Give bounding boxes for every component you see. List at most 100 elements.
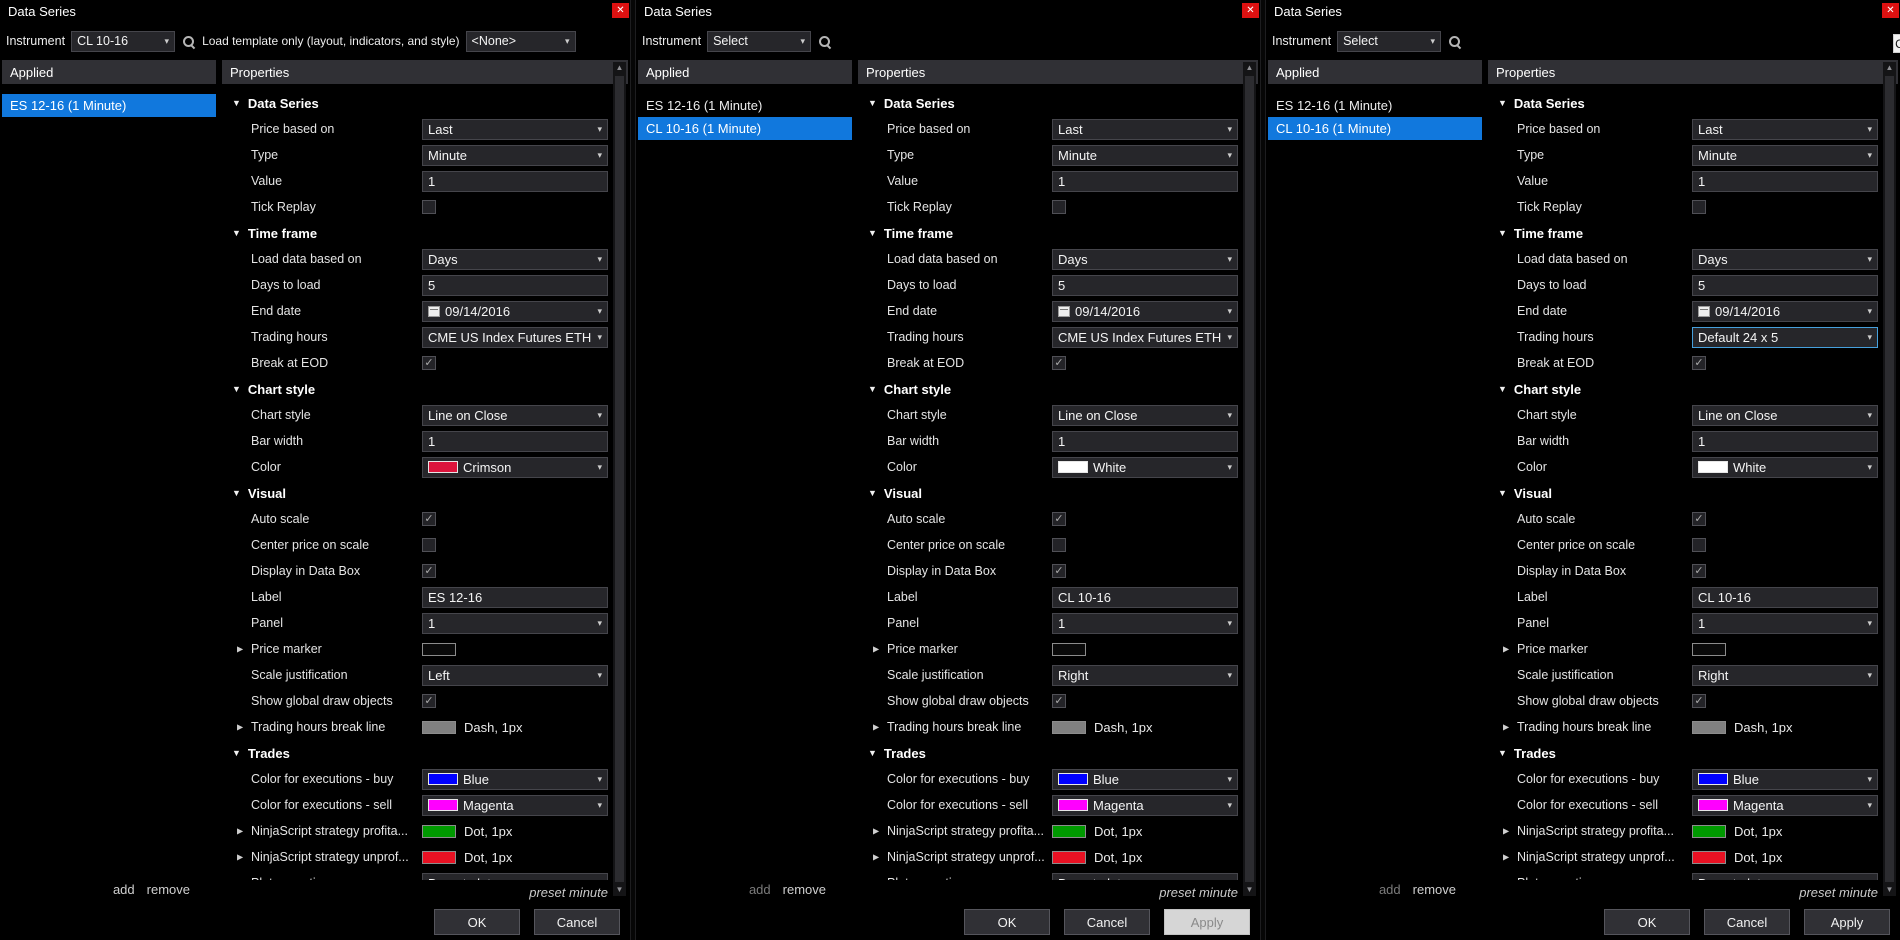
category-visual[interactable]: ▼ Visual [222,480,628,506]
expand-icon[interactable]: ▶ [873,853,879,862]
bar-width-input[interactable] [1692,430,1878,452]
scrollbar[interactable]: ▲ ▼ [613,62,626,896]
scrollbar[interactable]: ▲ ▼ [1243,62,1256,896]
category-time-frame[interactable]: ▼ Time frame [222,220,628,246]
instrument-select[interactable]: Select ▾ [707,30,812,52]
end-date-select[interactable]: 09/14/2016 ▾ [1052,300,1238,322]
load-data-based-on-select[interactable]: Days ▾ [1692,248,1878,270]
price-based-on-select[interactable]: Last ▾ [422,118,608,140]
ok-button[interactable]: OK [964,909,1050,935]
type-select[interactable]: Minute ▾ [1052,144,1238,166]
cancel-button[interactable]: Cancel [1704,909,1790,935]
category-chart-style[interactable]: ▼ Chart style [858,376,1258,402]
break-at-eod-checkbox[interactable]: ✓ [1052,356,1066,370]
apply-button[interactable]: Apply [1804,909,1890,935]
add-link[interactable]: add [1379,882,1401,897]
chart-style-select[interactable]: Line on Close ▾ [422,404,608,426]
scroll-down-icon[interactable]: ▼ [1246,884,1254,896]
color-for-executions-buy-select[interactable]: Blue ▾ [1692,768,1878,790]
remove-link[interactable]: remove [147,882,190,897]
plot-executions-select[interactable]: Do not plot▾ [422,872,608,880]
category-time-frame[interactable]: ▼ Time frame [858,220,1258,246]
cancel-button[interactable]: Cancel [534,909,620,935]
days-to-load-input[interactable] [422,274,608,296]
expand-icon[interactable]: ▶ [873,723,879,732]
value-input[interactable] [422,170,608,192]
type-select[interactable]: Minute ▾ [422,144,608,166]
expand-icon[interactable]: ▶ [1503,827,1509,836]
scrollbar[interactable]: ▲ ▼ [1883,62,1896,896]
category-trades[interactable]: ▼ Trades [222,740,628,766]
expand-icon[interactable]: ▶ [237,723,243,732]
applied-item[interactable]: CL 10-16 (1 Minute) [1268,117,1482,140]
category-chart-style[interactable]: ▼ Chart style [222,376,628,402]
preset-link[interactable]: preset minute [529,885,608,900]
panel-select[interactable]: 1 ▾ [1692,612,1878,634]
color-for-executions-sell-select[interactable]: Magenta ▾ [422,794,608,816]
scale-justification-select[interactable]: Right ▾ [1052,664,1238,686]
search-icon[interactable] [181,34,196,49]
expand-icon[interactable]: ▶ [237,853,243,862]
scale-justification-select[interactable]: Right ▾ [1692,664,1878,686]
close-button[interactable]: ✕ [1242,3,1259,18]
ok-button[interactable]: OK [1604,909,1690,935]
applied-item[interactable]: CL 10-16 (1 Minute) [638,117,852,140]
expand-icon[interactable]: ▶ [237,827,243,836]
instrument-select[interactable]: CL 10-16 ▾ [71,30,176,52]
preset-link[interactable]: preset minute [1159,885,1238,900]
show-global-draw-objects-checkbox[interactable]: ✓ [1692,694,1706,708]
scroll-down-icon[interactable]: ▼ [616,884,624,896]
type-select[interactable]: Minute ▾ [1692,144,1878,166]
expand-icon[interactable]: ▶ [237,645,243,654]
category-trades[interactable]: ▼ Trades [1488,740,1898,766]
price-marker-swatch[interactable] [1052,642,1086,656]
center-price-on-scale-checkbox[interactable] [1692,538,1706,552]
panel-select[interactable]: 1 ▾ [422,612,608,634]
tick-replay-checkbox[interactable] [1692,200,1706,214]
scroll-up-icon[interactable]: ▲ [1246,62,1254,74]
color-select[interactable]: Crimson ▾ [422,456,608,478]
add-link[interactable]: add [749,882,771,897]
auto-scale-checkbox[interactable]: ✓ [1692,512,1706,526]
scroll-thumb[interactable] [1245,76,1254,882]
display-in-data-box-checkbox[interactable]: ✓ [1052,564,1066,578]
scroll-up-icon[interactable]: ▲ [616,62,624,74]
category-time-frame[interactable]: ▼ Time frame [1488,220,1898,246]
expand-icon[interactable]: ▶ [873,645,879,654]
bar-width-input[interactable] [1052,430,1238,452]
plot-executions-select[interactable]: Do not plot▾ [1692,872,1878,880]
center-price-on-scale-checkbox[interactable] [1052,538,1066,552]
color-for-executions-buy-select[interactable]: Blue ▾ [1052,768,1238,790]
instrument-select[interactable]: Select ▾ [1337,30,1442,52]
break-at-eod-checkbox[interactable]: ✓ [422,356,436,370]
auto-scale-checkbox[interactable]: ✓ [422,512,436,526]
close-button[interactable]: ✕ [612,3,629,18]
expand-icon[interactable]: ▶ [1503,645,1509,654]
scroll-up-icon[interactable]: ▲ [1886,62,1894,74]
price-marker-swatch[interactable] [1692,642,1726,656]
category-chart-style[interactable]: ▼ Chart style [1488,376,1898,402]
category-visual[interactable]: ▼ Visual [1488,480,1898,506]
days-to-load-input[interactable] [1692,274,1878,296]
price-based-on-select[interactable]: Last ▾ [1692,118,1878,140]
scroll-thumb[interactable] [615,76,624,882]
end-date-select[interactable]: 09/14/2016 ▾ [1692,300,1878,322]
value-input[interactable] [1692,170,1878,192]
remove-link[interactable]: remove [783,882,826,897]
expand-icon[interactable]: ▶ [873,827,879,836]
close-button[interactable]: ✕ [1882,3,1899,18]
center-price-on-scale-checkbox[interactable] [422,538,436,552]
category-data-series[interactable]: ▼ Data Series [222,90,628,116]
search-icon[interactable] [817,34,832,49]
label-input[interactable] [1052,586,1238,608]
chart-style-select[interactable]: Line on Close ▾ [1052,404,1238,426]
plot-executions-select[interactable]: Do not plot▾ [1052,872,1238,880]
color-select[interactable]: White ▾ [1692,456,1878,478]
scroll-thumb[interactable] [1885,76,1894,882]
category-data-series[interactable]: ▼ Data Series [1488,90,1898,116]
display-in-data-box-checkbox[interactable]: ✓ [1692,564,1706,578]
scale-justification-select[interactable]: Left ▾ [422,664,608,686]
load-data-based-on-select[interactable]: Days ▾ [1052,248,1238,270]
show-global-draw-objects-checkbox[interactable]: ✓ [1052,694,1066,708]
value-input[interactable] [1052,170,1238,192]
